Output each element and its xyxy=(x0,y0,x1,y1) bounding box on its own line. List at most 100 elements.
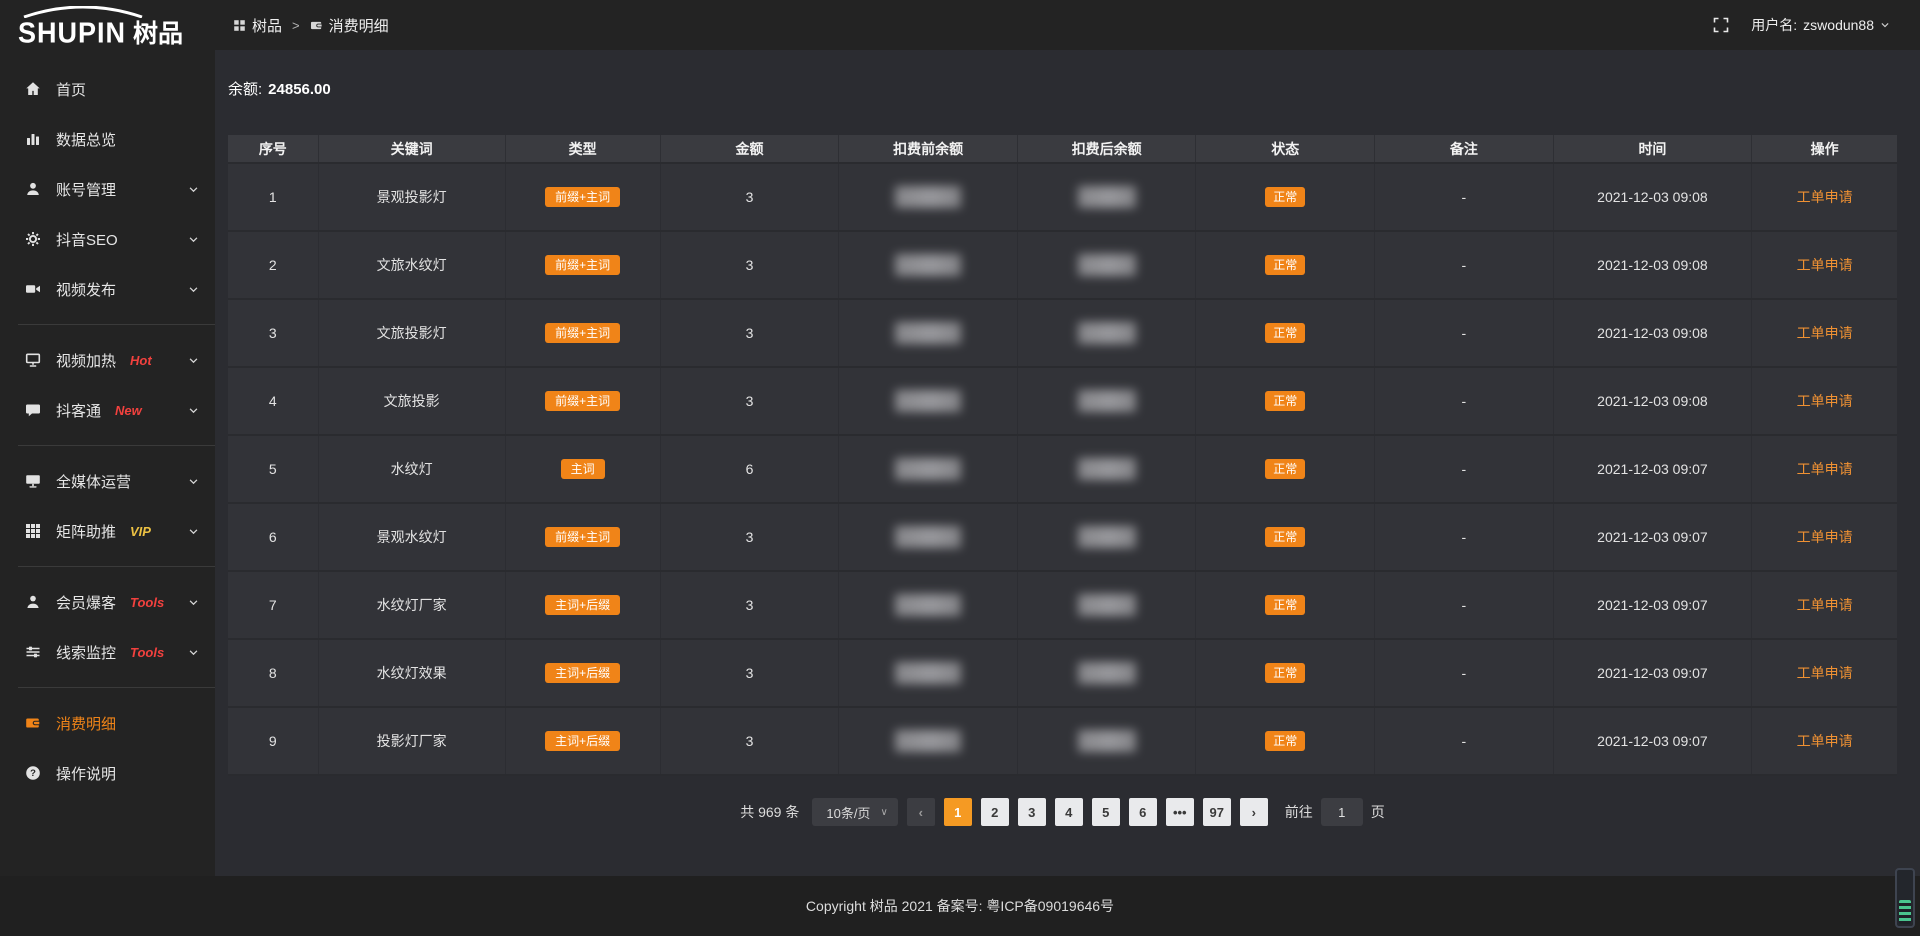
type-badge: 主词+后缀 xyxy=(545,663,620,683)
question-icon: ? xyxy=(24,764,42,782)
work-order-link[interactable]: 工单申请 xyxy=(1797,257,1853,273)
cell-remark: - xyxy=(1375,707,1554,775)
sidebar-item-数据总览[interactable]: 数据总览 xyxy=(0,114,215,164)
sidebar-item-会员爆客[interactable]: 会员爆客 Tools xyxy=(0,577,215,627)
table-row: 9投影灯厂家主词+后缀3正常-2021-12-03 09:07工单申请 xyxy=(228,707,1897,775)
work-order-link[interactable]: 工单申请 xyxy=(1797,597,1853,613)
work-order-link[interactable]: 工单申请 xyxy=(1797,733,1853,749)
user-menu[interactable]: 用户名: zswodun88 xyxy=(1751,15,1890,35)
cell-keyword: 文旅投影 xyxy=(318,367,505,435)
sidebar-item-矩阵助推[interactable]: 矩阵助推 VIP xyxy=(0,506,215,556)
bar-chart-icon xyxy=(24,130,42,148)
sidebar-item-tag: VIP xyxy=(130,524,151,539)
table-row: 8水纹灯效果主词+后缀3正常-2021-12-03 09:07工单申请 xyxy=(228,639,1897,707)
goto-page-input[interactable]: 1 xyxy=(1321,798,1363,826)
cell-remark: - xyxy=(1375,299,1554,367)
sidebar-item-抖音SEO[interactable]: 抖音SEO xyxy=(0,214,215,264)
cell-amount: 6 xyxy=(660,435,839,503)
page-button-6[interactable]: 6 xyxy=(1129,798,1157,826)
cell-action: 工单申请 xyxy=(1752,435,1897,503)
chat-icon xyxy=(24,401,42,419)
masked-value xyxy=(895,186,961,208)
sidebar-item-label: 视频加热 xyxy=(56,350,116,371)
member-icon xyxy=(24,593,42,611)
sidebar-item-首页[interactable]: 首页 xyxy=(0,64,215,114)
page-button-3[interactable]: 3 xyxy=(1018,798,1046,826)
chevron-down-icon xyxy=(1880,20,1890,30)
page-size-select[interactable]: 10条/页 ∨ xyxy=(812,798,897,826)
next-page-button[interactable]: › xyxy=(1240,798,1268,826)
breadcrumb-item-home[interactable]: 树品 xyxy=(233,15,282,36)
breadcrumb-item-current[interactable]: 消费明细 xyxy=(310,15,389,36)
cell-amount: 3 xyxy=(660,299,839,367)
status-badge: 正常 xyxy=(1265,527,1305,547)
scroll-widget[interactable] xyxy=(1895,868,1915,928)
status-badge: 正常 xyxy=(1265,663,1305,683)
table-body: 1景观投影灯前缀+主词3正常-2021-12-03 09:08工单申请2文旅水纹… xyxy=(228,163,1897,775)
work-order-link[interactable]: 工单申请 xyxy=(1797,665,1853,681)
work-order-link[interactable]: 工单申请 xyxy=(1797,529,1853,545)
cell-status: 正常 xyxy=(1196,299,1375,367)
cell-balance-before xyxy=(839,707,1018,775)
work-order-link[interactable]: 工单申请 xyxy=(1797,189,1853,205)
page-button-97[interactable]: 97 xyxy=(1203,798,1231,826)
fullscreen-icon xyxy=(1713,17,1729,33)
gear-icon xyxy=(24,230,42,248)
column-header-备注: 备注 xyxy=(1375,135,1554,163)
sidebar-item-全媒体运营[interactable]: 全媒体运营 xyxy=(0,456,215,506)
status-badge: 正常 xyxy=(1265,187,1305,207)
goto-prefix: 前往 xyxy=(1285,802,1313,822)
page-ellipsis-button[interactable]: ••• xyxy=(1166,798,1194,826)
goto-suffix: 页 xyxy=(1371,802,1385,822)
cell-keyword: 投影灯厂家 xyxy=(318,707,505,775)
prev-page-button[interactable]: ‹ xyxy=(907,798,935,826)
sidebar-item-账号管理[interactable]: 账号管理 xyxy=(0,164,215,214)
sidebar-item-tag: New xyxy=(115,403,142,418)
cell-balance-after xyxy=(1017,435,1196,503)
table-row: 3文旅投影灯前缀+主词3正常-2021-12-03 09:08工单申请 xyxy=(228,299,1897,367)
fullscreen-button[interactable] xyxy=(1713,17,1729,33)
masked-value xyxy=(895,662,961,684)
table-row: 7水纹灯厂家主词+后缀3正常-2021-12-03 09:07工单申请 xyxy=(228,571,1897,639)
scroll-widget-stripes xyxy=(1899,900,1911,924)
sidebar-item-视频加热[interactable]: 视频加热 Hot xyxy=(0,335,215,385)
cell-balance-after xyxy=(1017,639,1196,707)
sidebar-item-label: 操作说明 xyxy=(56,763,116,784)
type-badge: 前缀+主词 xyxy=(545,527,620,547)
sidebar-item-消费明细[interactable]: 消费明细 xyxy=(0,698,215,748)
sidebar: SHUPIN 树品 首页 数据总览 账号管理 抖音SEO 视频发布 xyxy=(0,0,215,936)
masked-value xyxy=(895,594,961,616)
page-button-4[interactable]: 4 xyxy=(1055,798,1083,826)
cell-index: 5 xyxy=(228,435,318,503)
cell-type: 主词+后缀 xyxy=(505,571,660,639)
cell-keyword: 景观水纹灯 xyxy=(318,503,505,571)
column-header-类型: 类型 xyxy=(505,135,660,163)
chevron-down-icon xyxy=(188,476,199,487)
cell-balance-after xyxy=(1017,231,1196,299)
cell-remark: - xyxy=(1375,639,1554,707)
cell-amount: 3 xyxy=(660,707,839,775)
sidebar-item-操作说明[interactable]: ? 操作说明 xyxy=(0,748,215,798)
sidebar-item-label: 消费明细 xyxy=(56,713,116,734)
work-order-link[interactable]: 工单申请 xyxy=(1797,325,1853,341)
work-order-link[interactable]: 工单申请 xyxy=(1797,393,1853,409)
sidebar-item-label: 矩阵助推 xyxy=(56,521,116,542)
cell-amount: 3 xyxy=(660,503,839,571)
chevron-down-icon: ∨ xyxy=(880,807,887,818)
sidebar-item-线索监控[interactable]: 线索监控 Tools xyxy=(0,627,215,677)
cell-time: 2021-12-03 09:07 xyxy=(1553,435,1752,503)
page-button-1[interactable]: 1 xyxy=(944,798,972,826)
masked-value xyxy=(895,526,961,548)
table-row: 1景观投影灯前缀+主词3正常-2021-12-03 09:08工单申请 xyxy=(228,163,1897,231)
page-button-5[interactable]: 5 xyxy=(1092,798,1120,826)
page-size-value: 10条/页 xyxy=(826,803,870,822)
sidebar-item-label: 线索监控 xyxy=(56,642,116,663)
work-order-link[interactable]: 工单申请 xyxy=(1797,461,1853,477)
sidebar-item-抖客通[interactable]: 抖客通 New xyxy=(0,385,215,435)
page-button-2[interactable]: 2 xyxy=(981,798,1009,826)
sidebar-item-视频发布[interactable]: 视频发布 xyxy=(0,264,215,314)
app-logo[interactable]: SHUPIN 树品 xyxy=(0,0,215,54)
masked-value xyxy=(1078,662,1136,684)
cell-type: 前缀+主词 xyxy=(505,163,660,231)
sidebar-divider xyxy=(18,687,215,688)
